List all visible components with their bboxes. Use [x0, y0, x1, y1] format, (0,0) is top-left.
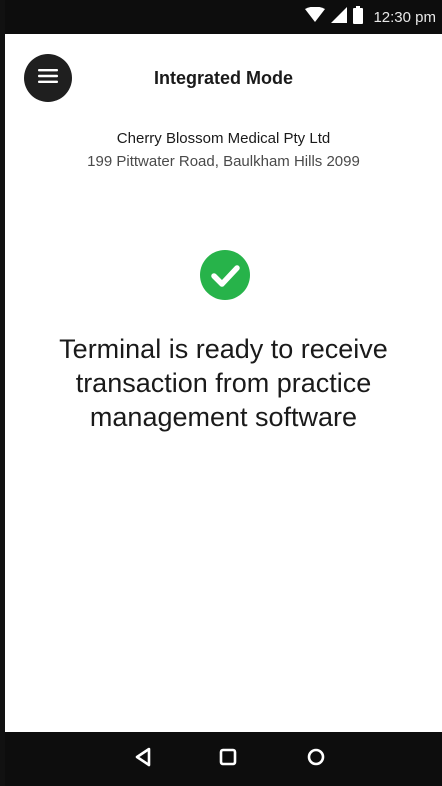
- cell-signal-icon: [331, 6, 348, 28]
- status-bar: 12:30 pm: [5, 0, 442, 34]
- screen: 12:30 pm Integrated Mode Cherry Blossom …: [5, 0, 442, 786]
- home-icon: [219, 748, 237, 771]
- page-title: Integrated Mode: [153, 68, 293, 88]
- recents-button[interactable]: [302, 745, 330, 773]
- merchant-name: Cherry Blossom Medical Pty Ltd: [116, 130, 331, 147]
- navigation-bar: [5, 732, 442, 786]
- back-icon: [134, 747, 152, 772]
- status-icons: 12:30 pm: [305, 0, 436, 34]
- app-bar: Integrated Mode: [5, 34, 442, 124]
- device-frame: 12:30 pm Integrated Mode Cherry Blossom …: [0, 0, 442, 786]
- merchant-address: 199 Pittwater Road, Baulkham Hills 2099: [87, 153, 360, 170]
- back-button[interactable]: [129, 745, 157, 773]
- home-button[interactable]: [214, 745, 242, 773]
- check-circle-icon: [200, 250, 250, 300]
- battery-icon: [353, 5, 364, 29]
- status-time: 12:30 pm: [373, 8, 436, 26]
- status-message: Terminal is ready to receive transaction…: [59, 334, 388, 432]
- wifi-icon: [305, 6, 326, 28]
- recents-icon: [307, 748, 325, 771]
- merchant-info: Cherry Blossom Medical Pty Ltd 199 Pittw…: [5, 128, 442, 173]
